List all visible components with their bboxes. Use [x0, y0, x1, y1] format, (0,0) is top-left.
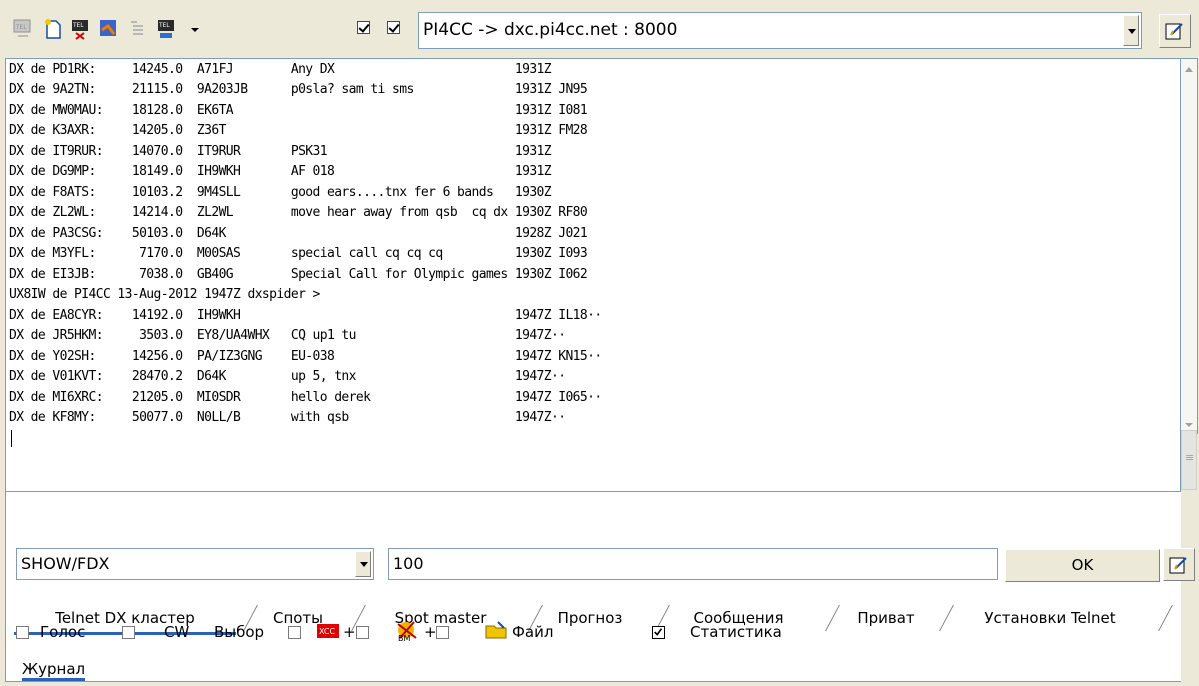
dxcc-icon: BM — [396, 620, 420, 643]
filter2-checkbox[interactable] — [356, 626, 369, 639]
terminal-line: DX de PA3CSG: 50103.0 D64K 1928Z J021 — [9, 226, 588, 241]
select-checkbox[interactable] — [288, 626, 301, 639]
count-input[interactable]: 100 — [388, 548, 998, 580]
voice-label: Голос — [40, 623, 86, 641]
terminal-line: DX de PD1RK: 14245.0 A71FJ Any DX 1931Z — [9, 62, 552, 77]
statistics-label: Статистика — [690, 623, 782, 641]
tab-forecast[interactable]: Прогноз — [540, 604, 640, 632]
terminal-line: DX de K3AXR: 14205.0 Z36T 1931Z FM28 — [9, 123, 588, 138]
command-select[interactable]: SHOW/FDX — [16, 548, 374, 580]
text-caret — [11, 430, 12, 447]
terminal-line: DX de KF8MY: 50077.0 N0LL/B with qsb 194… — [9, 410, 566, 425]
server-dropdown-button[interactable] — [1123, 15, 1139, 46]
server-select[interactable]: PI4CC -> dxc.pi4cc.net : 8000 — [418, 12, 1142, 49]
svg-text:TEL: TEL — [159, 22, 170, 29]
toolbar: TEL TEL TEL PI4CC -> dxc.pi4cc.net : 800… — [0, 0, 1199, 56]
server-select-value: PI4CC -> dxc.pi4cc.net : 8000 — [423, 20, 678, 40]
plus-label-1: + — [343, 623, 356, 641]
plus-label-2: + — [424, 623, 437, 641]
list-icon[interactable] — [127, 18, 149, 40]
filter-icon[interactable] — [98, 18, 120, 40]
terminal-line: DX de MI6XRC: 21205.0 MI0SDR hello derek… — [9, 390, 602, 405]
terminal-line: DX de ZL2WL: 14214.0 ZL2WL move hear awa… — [9, 205, 588, 220]
svg-text:TEL: TEL — [16, 24, 27, 31]
terminal-scrollbar[interactable] — [1181, 58, 1198, 434]
terminal-line: DX de 9A2TN: 21115.0 9A203JB p0sla? sam … — [9, 82, 588, 97]
file-checkbox[interactable] — [436, 626, 449, 639]
dropdown-arrow-icon[interactable] — [184, 18, 199, 40]
terminal-line: DX de EI3JB: 7038.0 GB40G Special Call f… — [9, 267, 588, 282]
terminal-line: DX de MW0MAU: 18128.0 EK6TA 1931Z I081 — [9, 103, 588, 118]
ok-button[interactable]: OK — [1005, 549, 1160, 582]
cluster-terminal: DX de PD1RK: 14245.0 A71FJ Any DX 1931Z … — [5, 58, 1198, 686]
folder-open-icon[interactable] — [484, 620, 510, 642]
terminal-line: DX de DG9MP: 18149.0 IH9WKH AF 018 1931Z — [9, 164, 552, 179]
new-document-icon[interactable] — [42, 18, 64, 40]
telnet-settings-icon[interactable]: TEL — [156, 18, 178, 40]
telnet-disconnect-icon[interactable]: TEL — [70, 18, 92, 40]
tab-telnet-settings[interactable]: Установки Telnet — [950, 604, 1150, 632]
toolbar-checkbox-1[interactable] — [357, 21, 370, 34]
command-dropdown-button[interactable] — [355, 551, 371, 577]
grip-icon: ≡ — [1185, 451, 1195, 464]
file-label: Файл — [512, 623, 554, 641]
command-select-value: SHOW/FDX — [21, 554, 110, 573]
tab-journal-bottom[interactable]: Журнал — [22, 660, 86, 681]
svg-text:TEL: TEL — [73, 22, 84, 29]
scroll-thumb[interactable]: ≡ — [1181, 430, 1197, 490]
statistics-checkbox[interactable] — [652, 626, 665, 639]
tab-private[interactable]: Приват — [836, 604, 936, 632]
xcc-icon: XCC — [316, 622, 340, 640]
cw-label: CW — [164, 623, 190, 641]
telnet-connect-icon[interactable]: TEL — [12, 18, 34, 40]
count-input-value: 100 — [393, 554, 424, 573]
toolbar-checkbox-2[interactable] — [387, 21, 400, 34]
terminal-prompt-line: UX8IW de PI4CC 13-Aug-2012 1947Z dxspide… — [9, 287, 320, 302]
terminal-line: DX de V01KVT: 28470.2 D64K up 5, tnx 194… — [9, 369, 566, 384]
voice-checkbox[interactable] — [16, 626, 29, 639]
terminal-line: DX de EA8CYR: 14192.0 IH9WKH 1947Z IL18·… — [9, 308, 602, 323]
terminal-line: DX de IT9RUR: 14070.0 IT9RUR PSK31 1931Z — [9, 144, 552, 159]
svg-text:XCC: XCC — [319, 627, 335, 636]
scroll-down-icon[interactable] — [1183, 418, 1195, 432]
edit-icon[interactable] — [1159, 14, 1191, 48]
svg-text:BM: BM — [398, 634, 410, 642]
terminal-line: DX de M3YFL: 7170.0 M00SAS special call … — [9, 246, 588, 261]
terminal-line: DX de Y02SH: 14256.0 PA/IZ3GNG EU-038 19… — [9, 349, 602, 364]
scroll-up-icon[interactable] — [1181, 61, 1197, 78]
terminal-line: DX de JR5HKM: 3503.0 EY8/UA4WHX CQ up1 t… — [9, 328, 566, 343]
select-label: Выбор — [214, 623, 265, 641]
terminal-line: DX de F8ATS: 10103.2 9M4SLL good ears...… — [9, 185, 552, 200]
cw-checkbox[interactable] — [122, 626, 135, 639]
terminal-output[interactable]: DX de PD1RK: 14245.0 A71FJ Any DX 1931Z … — [5, 58, 1181, 682]
edit-command-icon[interactable] — [1163, 548, 1195, 581]
